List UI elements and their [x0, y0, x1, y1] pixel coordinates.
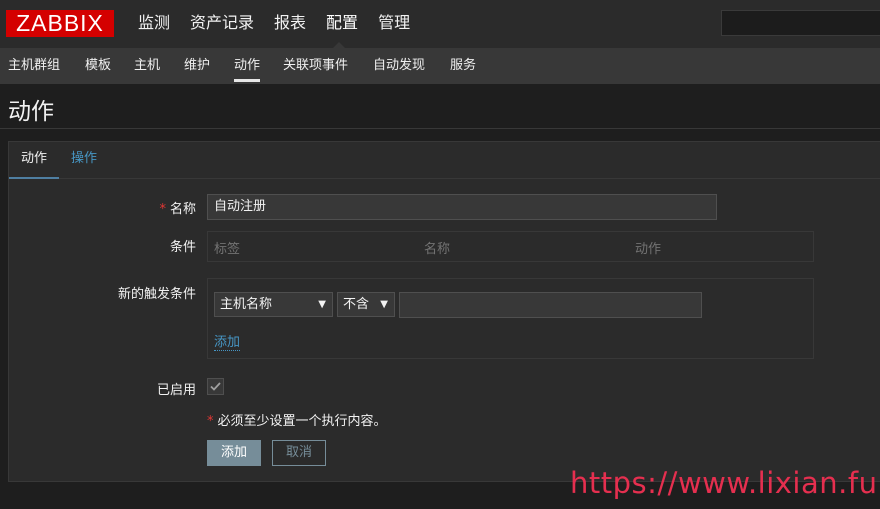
subnav-discovery[interactable]: 自动发现: [373, 48, 425, 84]
new-condition-label: 新的触发条件: [117, 287, 196, 302]
add-condition-link[interactable]: 添加: [214, 331, 241, 351]
condition-operator-select[interactable]: 不含 ▼: [337, 292, 395, 317]
menu-monitoring[interactable]: 监测: [128, 0, 180, 48]
menu-configuration[interactable]: 配置: [316, 0, 368, 49]
conditions-col-name: 名称: [424, 242, 451, 257]
new-condition-box: 主机名称 ▼ 不含 ▼ 添加: [207, 278, 814, 359]
subnav-event-correlation[interactable]: 关联项事件: [283, 48, 348, 84]
name-label-text: 名称: [169, 202, 196, 217]
subnav-templates[interactable]: 模板: [85, 48, 111, 84]
subnav-hosts[interactable]: 主机: [134, 48, 160, 84]
page-title: 动作: [8, 99, 54, 125]
conditions-col-label: 标签: [214, 242, 241, 257]
checkmark-icon: [210, 382, 221, 391]
cancel-button[interactable]: 取消: [272, 440, 326, 466]
required-note-text: 必须至少设置一个执行内容。: [217, 414, 387, 429]
menu-reports[interactable]: 报表: [264, 0, 316, 48]
global-search-input[interactable]: [721, 10, 880, 36]
tab-action[interactable]: 动作: [9, 142, 59, 179]
sub-navigation: 主机群组 模板 主机 维护 动作 关联项事件 自动发现 服务: [0, 48, 880, 84]
name-label: * 名称: [9, 198, 196, 217]
menu-administration[interactable]: 管理: [368, 0, 420, 48]
subnav-services[interactable]: 服务: [450, 48, 476, 84]
watermark-text: https://www.lixian.fun: [570, 466, 880, 500]
dropdown-arrow-icon: ▼: [318, 299, 326, 310]
conditions-label: 条件: [169, 240, 196, 255]
top-navigation: ZABBIX 监测 资产记录 报表 配置 管理: [0, 0, 880, 49]
required-note: * 必须至少设置一个执行内容。: [207, 410, 387, 429]
condition-operator-value: 不含: [343, 297, 370, 312]
required-asterisk: *: [207, 414, 214, 429]
subnav-host-groups[interactable]: 主机群组: [8, 48, 60, 84]
action-form-panel: 动作 操作 * 名称 自动注册 条件 标签 名称 动作 新的触发条件 主机名称 ▼…: [8, 141, 880, 482]
menu-inventory[interactable]: 资产记录: [180, 0, 264, 48]
subnav-actions[interactable]: 动作: [234, 48, 261, 84]
conditions-table: 标签 名称 动作: [207, 231, 814, 262]
condition-type-value: 主机名称: [220, 297, 273, 312]
name-input[interactable]: 自动注册: [207, 194, 717, 220]
condition-value-input[interactable]: [399, 292, 702, 318]
enabled-checkbox[interactable]: [207, 378, 224, 395]
menu-configuration-label: 配置: [326, 13, 359, 32]
condition-type-select[interactable]: 主机名称 ▼: [214, 292, 333, 317]
enabled-label: 已启用: [156, 383, 196, 398]
zabbix-logo[interactable]: ZABBIX: [6, 10, 114, 37]
add-button[interactable]: 添加: [207, 440, 261, 466]
dropdown-arrow-icon: ▼: [380, 299, 388, 310]
form-tabs: 动作 操作: [9, 142, 880, 179]
tab-operations[interactable]: 操作: [71, 142, 97, 177]
conditions-col-action: 动作: [635, 242, 662, 257]
subnav-maintenance[interactable]: 维护: [184, 48, 210, 84]
title-divider: [0, 128, 880, 129]
required-asterisk: *: [159, 202, 166, 217]
main-menu: 监测 资产记录 报表 配置 管理: [128, 0, 420, 49]
